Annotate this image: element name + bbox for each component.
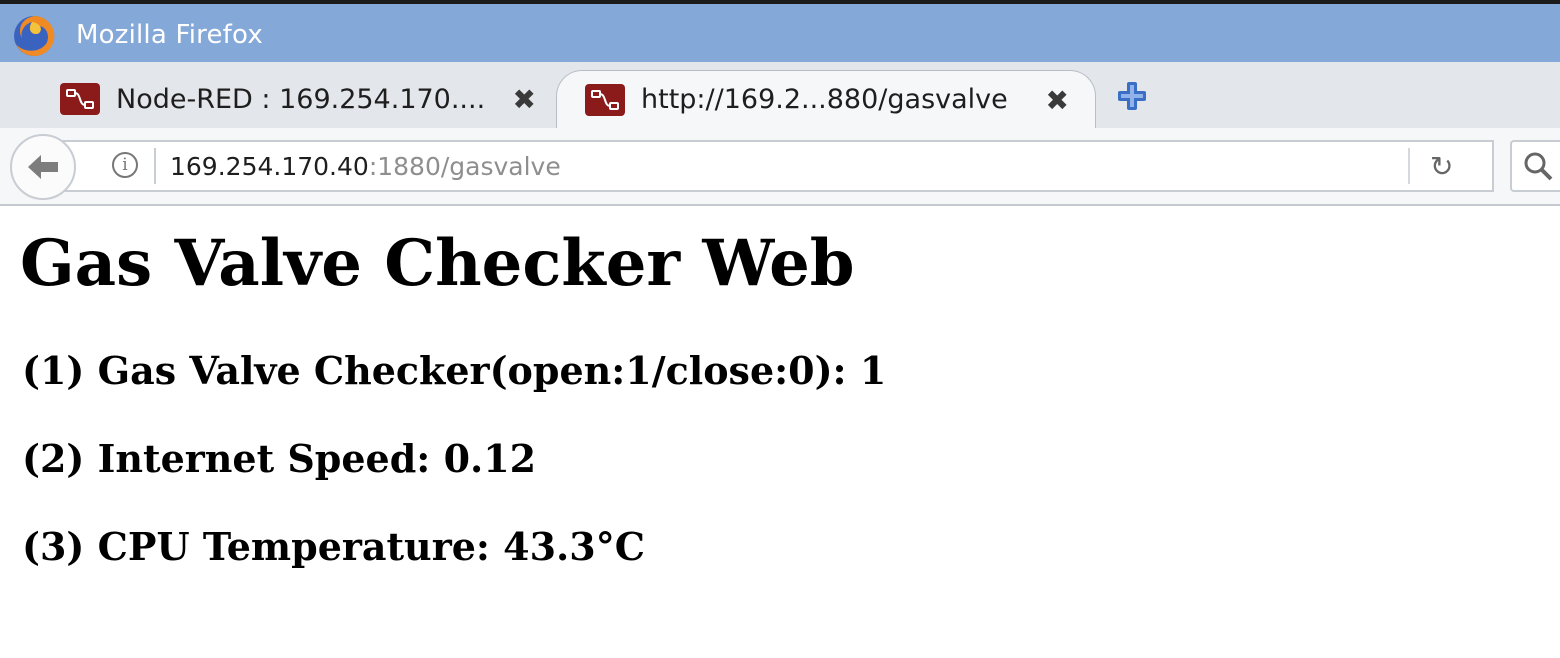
url-path: :1880/gasvalve: [368, 152, 561, 181]
address-bar[interactable]: i 169.254.170.40:1880/gasvalve ↻: [62, 140, 1494, 192]
browser-window: Mozilla Firefox Node-RED : 169.254.170..…: [0, 0, 1560, 658]
cpu-temperature: (3) CPU Temperature: 43.3°C: [22, 524, 645, 569]
firefox-icon: [14, 15, 55, 56]
internet-speed: (2) Internet Speed: 0.12: [22, 436, 537, 481]
tab-close-icon[interactable]: ✖: [513, 83, 536, 116]
plus-icon[interactable]: [1114, 78, 1150, 114]
title-bar: Mozilla Firefox: [0, 0, 1560, 62]
back-arrow-icon: [28, 155, 58, 179]
back-button[interactable]: [10, 134, 76, 200]
window-title: Mozilla Firefox: [76, 20, 263, 50]
node-red-icon: [60, 83, 100, 115]
url-host: 169.254.170.40: [170, 152, 369, 181]
url-text[interactable]: 169.254.170.40:1880/gasvalve: [170, 152, 561, 181]
search-icon: [1524, 152, 1553, 181]
page-title: Gas Valve Checker Web: [20, 226, 855, 301]
tab-gasvalve[interactable]: http://169.2...880/gasvalve ✖: [556, 70, 1096, 128]
tab-close-icon[interactable]: ✖: [1046, 84, 1069, 117]
navigation-bar: i 169.254.170.40:1880/gasvalve ↻: [0, 128, 1560, 206]
tab-label: Node-RED : 169.254.170....: [116, 83, 486, 115]
tab-strip: Node-RED : 169.254.170.... ✖ http://169.…: [0, 62, 1560, 129]
search-bar[interactable]: [1510, 140, 1560, 192]
divider: [154, 148, 156, 184]
reload-icon[interactable]: ↻: [1430, 150, 1453, 183]
gas-valve-status: (1) Gas Valve Checker(open:1/close:0): 1: [22, 348, 887, 393]
tab-node-red[interactable]: Node-RED : 169.254.170.... ✖: [50, 70, 560, 128]
node-red-icon: [585, 83, 625, 116]
divider: [1408, 148, 1410, 184]
tab-label: http://169.2...880/gasvalve: [641, 84, 1008, 115]
page-content: Gas Valve Checker Web (1) Gas Valve Chec…: [0, 206, 1560, 658]
info-icon[interactable]: i: [112, 152, 138, 178]
